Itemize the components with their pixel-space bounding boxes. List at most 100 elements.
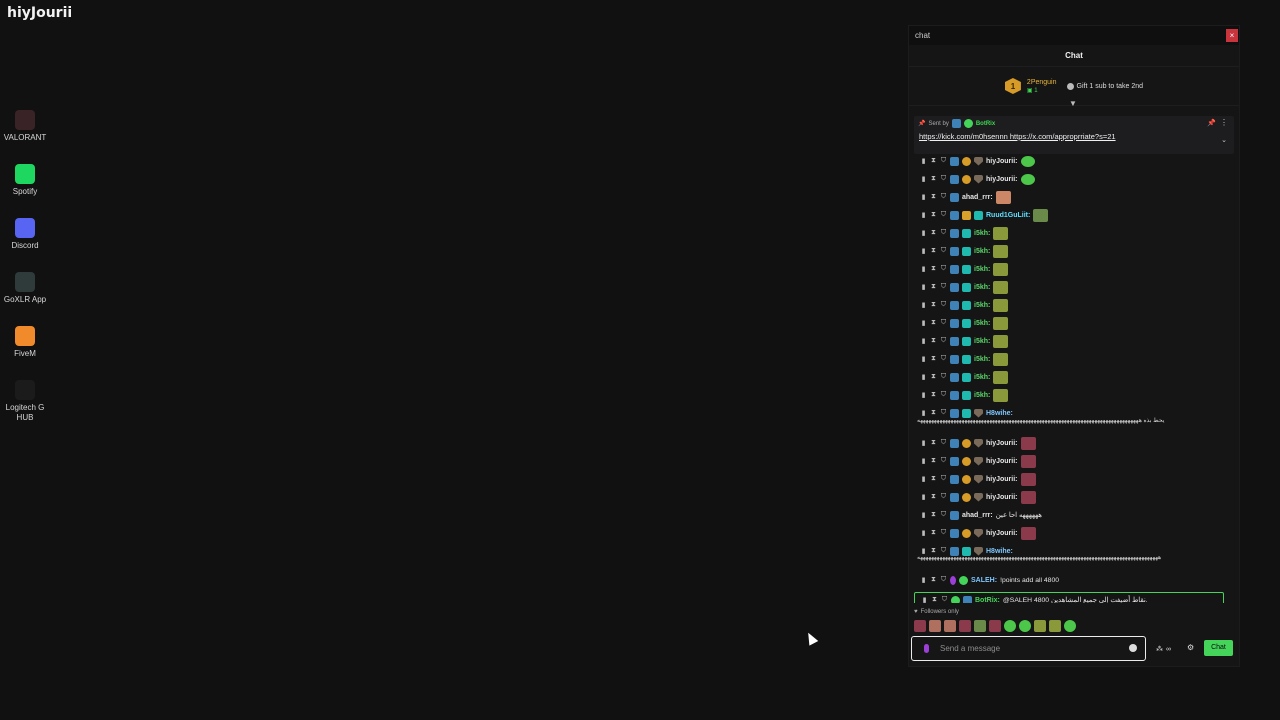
ban-icon[interactable]: ⛉ <box>940 319 947 327</box>
trash-icon[interactable]: ▮ <box>920 337 927 345</box>
trash-icon[interactable]: ▮ <box>920 529 927 537</box>
chat-message[interactable]: ▮ ⧗ ⛉ hiyJourii: <box>920 454 1036 468</box>
collapse-icon[interactable]: ▼ <box>1069 99 1077 108</box>
trash-icon[interactable]: ▮ <box>920 301 927 309</box>
trash-icon[interactable]: ▮ <box>920 175 927 183</box>
emoji-icon[interactable] <box>1129 644 1137 652</box>
face-emote-icon[interactable] <box>944 620 956 632</box>
timeout-icon[interactable]: ⧗ <box>930 175 937 183</box>
ban-icon[interactable]: ⛉ <box>940 247 947 255</box>
chat-message[interactable]: ▮ ⧗ ⛉ hiyJourii: <box>920 472 1036 486</box>
trash-icon[interactable]: ▮ <box>920 283 927 291</box>
trash-icon[interactable]: ▮ <box>920 247 927 255</box>
message-input[interactable] <box>938 643 1112 654</box>
trash-icon[interactable]: ▮ <box>920 391 927 399</box>
chat-username[interactable]: hiyJourii: <box>986 476 1018 483</box>
pinned-message[interactable]: 📌 Sent by BotRix 📌 ⋮ https://kick.com/m0… <box>914 116 1234 154</box>
cat-emote-icon[interactable] <box>993 352 1009 366</box>
timeout-icon[interactable]: ⧗ <box>930 373 937 381</box>
timeout-icon[interactable]: ⧗ <box>930 157 937 165</box>
chat-username[interactable]: SALEH: <box>971 577 997 584</box>
timeout-icon[interactable]: ⧗ <box>930 301 937 309</box>
trash-icon[interactable]: ▮ <box>920 511 927 519</box>
fivem-icon[interactable] <box>15 326 35 346</box>
chat-message[interactable]: ▮ ⧗ ⛉ i5kh: <box>920 262 1009 276</box>
timeout-icon[interactable]: ⧗ <box>930 229 937 237</box>
ban-icon[interactable]: ⛉ <box>940 439 947 447</box>
trash-icon[interactable]: ▮ <box>920 409 927 417</box>
desktop-item[interactable]: Discord <box>0 218 50 272</box>
pinned-sender[interactable]: BotRix <box>976 121 995 127</box>
send-chat-button[interactable]: Chat <box>1204 640 1233 656</box>
ban-icon[interactable]: ⛉ <box>940 229 947 237</box>
cat-emote-icon[interactable] <box>993 244 1009 258</box>
timeout-icon[interactable]: ⧗ <box>930 439 937 447</box>
timeout-icon[interactable]: ⧗ <box>930 337 937 345</box>
frog-emote-icon[interactable] <box>1020 173 1035 185</box>
chevron-down-icon[interactable]: ⌄ <box>1221 136 1227 144</box>
trash-icon[interactable]: ▮ <box>920 355 927 363</box>
ban-icon[interactable]: ⛉ <box>940 409 947 417</box>
ban-icon[interactable]: ⛉ <box>940 511 947 519</box>
timeout-icon[interactable]: ⧗ <box>930 319 937 327</box>
ban-icon[interactable]: ⛉ <box>941 596 948 603</box>
chat-username[interactable]: hiyJourii: <box>986 440 1018 447</box>
valorant-icon[interactable] <box>15 110 35 130</box>
ban-icon[interactable]: ⛉ <box>940 283 947 291</box>
chat-message[interactable]: ▮ ⧗ ⛉ i5kh: <box>920 334 1009 348</box>
rose-emote-icon[interactable] <box>1020 472 1036 486</box>
chat-message[interactable]: ▮ ⧗ ⛉ i5kh: <box>920 298 1009 312</box>
ban-icon[interactable]: ⛉ <box>940 193 947 201</box>
timeout-icon[interactable]: ⧗ <box>930 265 937 273</box>
desktop-item[interactable]: Spotify <box>0 164 50 218</box>
timeout-icon[interactable]: ⧗ <box>930 355 937 363</box>
ruud-emote-icon[interactable] <box>974 620 986 632</box>
desktop-item[interactable]: GoXLR App <box>0 272 50 326</box>
ban-icon[interactable]: ⛉ <box>940 157 947 165</box>
rose-emote-icon[interactable] <box>1020 454 1036 468</box>
chat-message[interactable]: ▮ ⧗ ⛉ Ruud1GuLiit: <box>920 208 1049 222</box>
chat-message[interactable]: ▮ ⧗ ⛉ hiyJourii: <box>920 172 1035 186</box>
trash-icon[interactable]: ▮ <box>920 193 927 201</box>
chat-message[interactable]: ▮ ⧗ ⛉ hiyJourii: <box>920 526 1036 540</box>
cat-emote-icon[interactable] <box>1049 620 1061 632</box>
channel-points[interactable]: ⁂ ∞ <box>1156 645 1171 654</box>
cat-emote-icon[interactable] <box>993 316 1009 330</box>
timeout-icon[interactable]: ⧗ <box>930 391 937 399</box>
trash-icon[interactable]: ▮ <box>920 457 927 465</box>
chat-message[interactable]: ▮ ⧗ ⛉ i5kh: <box>920 226 1009 240</box>
frog-emote-icon[interactable] <box>1004 620 1016 632</box>
chat-username[interactable]: i5kh: <box>974 266 990 273</box>
trash-icon[interactable]: ▮ <box>920 265 927 273</box>
timeout-icon[interactable]: ⧗ <box>930 529 937 537</box>
ban-icon[interactable]: ⛉ <box>940 337 947 345</box>
ban-icon[interactable]: ⛉ <box>940 265 947 273</box>
trash-icon[interactable]: ▮ <box>920 157 927 165</box>
goxlr-icon[interactable] <box>15 272 35 292</box>
ban-icon[interactable]: ⛉ <box>940 529 947 537</box>
trash-icon[interactable]: ▮ <box>920 475 927 483</box>
ban-icon[interactable]: ⛉ <box>940 475 947 483</box>
ban-icon[interactable]: ⛉ <box>940 211 947 219</box>
chat-username[interactable]: i5kh: <box>974 248 990 255</box>
spotify-icon[interactable] <box>15 164 35 184</box>
trash-icon[interactable]: ▮ <box>920 576 927 584</box>
chat-username[interactable]: i5kh: <box>974 302 990 309</box>
ban-icon[interactable]: ⛉ <box>940 391 947 399</box>
chat-messages[interactable]: ▮ ⧗ ⛉ hiyJourii: ▮ ⧗ ⛉ hiyJourii: ▮ ⧗ ⛉ ahad_rrr: ▮ ⧗… <box>909 153 1239 603</box>
timeout-icon[interactable]: ⧗ <box>930 409 937 417</box>
timeout-icon[interactable]: ⧗ <box>930 576 937 584</box>
rose-emote-icon[interactable] <box>1020 436 1036 450</box>
chat-username[interactable]: H8wihe: <box>986 410 1013 417</box>
cat-emote-icon[interactable] <box>993 370 1009 384</box>
trash-icon[interactable]: ▮ <box>920 211 927 219</box>
chat-message[interactable]: ▮ ⧗ ⛉ SALEH: !points add all 4800 <box>920 573 1059 587</box>
chat-username[interactable]: i5kh: <box>974 338 990 345</box>
hand-emote-icon[interactable] <box>995 190 1011 204</box>
rose-emote-icon[interactable] <box>914 620 926 632</box>
chat-username[interactable]: hiyJourii: <box>986 530 1018 537</box>
desktop-item[interactable]: FiveM <box>0 326 50 380</box>
unpin-icon[interactable]: 📌 <box>1207 119 1216 127</box>
chat-message[interactable]: ▮ ⧗ ⛉ i5kh: <box>920 370 1009 384</box>
frog-emote-icon[interactable] <box>1019 620 1031 632</box>
